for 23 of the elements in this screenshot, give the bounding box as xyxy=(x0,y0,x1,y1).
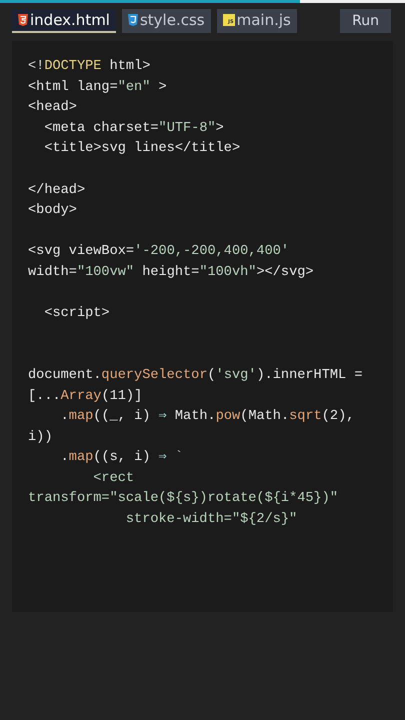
code-line: <html lang="en" > xyxy=(28,78,167,97)
code-line: i)) xyxy=(28,428,52,447)
code-line: <head> xyxy=(28,99,77,118)
code-line: <body> xyxy=(28,202,77,220)
code-line: .map((_, i) ⇒ Math.pow(Math.sqrt(2), xyxy=(60,408,354,426)
code-line: </head> xyxy=(28,182,86,200)
code-line: <meta charset="UTF-8"> xyxy=(43,120,224,138)
file-tab[interactable]: style.css xyxy=(122,9,211,33)
code-line: <script> xyxy=(43,305,110,324)
code-line: <title>svg lines</title> xyxy=(43,140,240,158)
code-line: width="100vw" height="100vh"></svg> xyxy=(28,264,314,282)
html-file-icon xyxy=(18,14,28,26)
file-tab[interactable]: index.html xyxy=(12,9,116,33)
code-line: <!DOCTYPE html> xyxy=(28,58,150,76)
code-line: transform="scale(${s})rotate(${i*45})" xyxy=(28,490,338,508)
code-line: [...Array(11)] xyxy=(28,388,142,406)
code-line: .map((s, i) ⇒ ` xyxy=(60,449,184,468)
code-line: <rect xyxy=(92,470,134,488)
css-file-icon xyxy=(128,14,138,26)
code-line: <svg viewBox='-200,-200,400,400' xyxy=(28,243,290,262)
code-line: stroke-width="${2/s}" xyxy=(124,511,298,530)
code-line: document.querySelector('svg').innerHTML = xyxy=(28,366,363,385)
run-button[interactable]: Run xyxy=(340,9,391,33)
